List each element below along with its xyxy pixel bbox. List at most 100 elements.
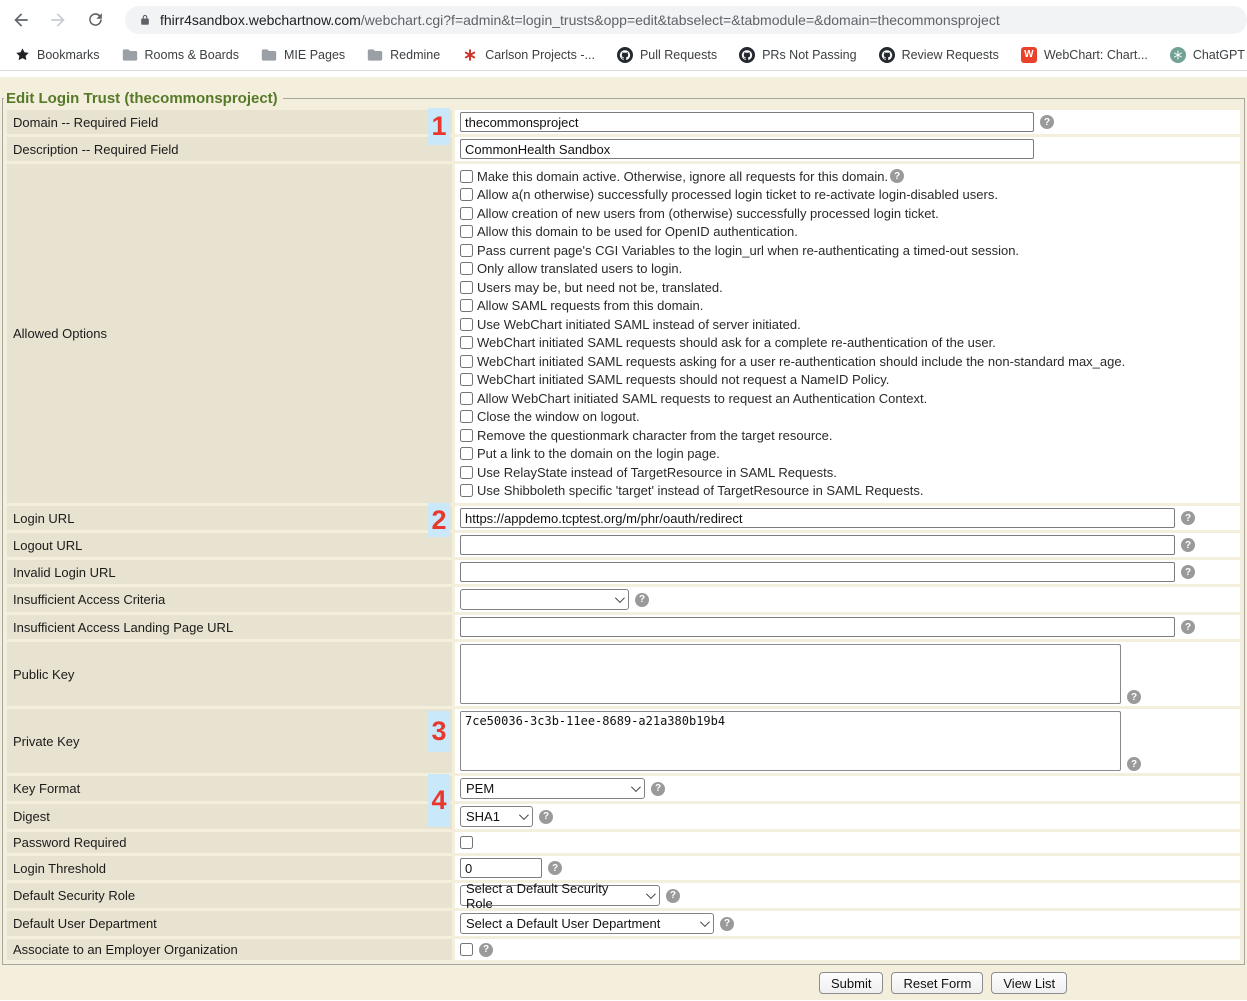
bookmark-chatgpt[interactable]: ChatGPT [1170,47,1245,63]
reactivate-login-disabled-checkbox[interactable] [460,188,473,201]
help-icon[interactable] [539,810,553,824]
view-list-button[interactable]: View List [991,972,1067,994]
help-icon[interactable] [1127,757,1141,771]
reload-button[interactable] [84,9,106,31]
bookmark-prs-not-passing[interactable]: PRs Not Passing [739,47,856,63]
logout-url-input[interactable] [460,535,1175,555]
github-icon [739,47,755,63]
help-icon[interactable] [1181,511,1195,525]
default-user-department-label: Default User Department [13,916,157,931]
help-icon[interactable] [1181,565,1195,579]
help-icon[interactable] [651,782,665,796]
browser-toolbar: fhirr4sandbox.webchartnow.com/webchart.c… [0,0,1247,39]
help-icon[interactable] [890,169,904,183]
allow-new-user-creation-checkbox[interactable] [460,207,473,220]
help-icon[interactable] [548,861,562,875]
allowed-option-row: Pass current page's CGI Variables to the… [460,241,1235,260]
default-security-role-select[interactable]: Select a Default Security Role [460,885,660,906]
help-icon[interactable] [1181,538,1195,552]
table-row-insufficient-access-landing: Insufficient Access Landing Page URL [7,615,1240,639]
annotation-3: 3 [428,711,450,752]
bookmark-webchart[interactable]: WebChart: Chart... [1021,47,1148,63]
url-path: /webchart.cgi?f=admin&t=login_trusts&opp… [361,12,1000,28]
password-required-checkbox[interactable] [460,836,473,849]
help-icon[interactable] [720,917,734,931]
shibboleth-target-checkbox[interactable] [460,484,473,497]
help-icon[interactable] [635,593,649,607]
only-translated-users-checkbox[interactable] [460,262,473,275]
max-age-checkbox[interactable] [460,355,473,368]
chevron-down-icon [615,593,625,603]
help-icon[interactable] [479,943,493,957]
back-button[interactable] [10,9,32,31]
insufficient-access-landing-input[interactable] [460,617,1175,637]
digest-select[interactable]: SHA1 [460,806,533,827]
private-key-label: Private Key [13,734,79,749]
forward-arrow-icon [48,10,68,30]
annotation-2: 2 [428,503,450,537]
reload-icon [86,10,105,29]
make-domain-active-checkbox[interactable] [460,170,473,183]
link-on-login-page-checkbox[interactable] [460,447,473,460]
domain-label: Domain -- Required Field [13,115,158,130]
allowed-option-row: WebChart initiated SAML requests should … [460,334,1235,353]
pass-cgi-variables-checkbox[interactable] [460,244,473,257]
authentication-context-checkbox[interactable] [460,392,473,405]
webchart-icon [1021,47,1037,63]
forward-button[interactable] [47,9,69,31]
key-format-select[interactable]: PEM [460,778,645,799]
complete-reauthentication-checkbox[interactable] [460,336,473,349]
invalid-login-url-input[interactable] [460,562,1175,582]
help-icon[interactable] [1127,690,1141,704]
bookmarks-bar: Bookmarks Rooms & Boards MIE Pages Redmi… [0,39,1247,71]
private-key-textarea[interactable]: 7ce50036-3c3b-11ee-8689-a21a380b19b4 [460,711,1121,771]
bookmark-rooms-boards[interactable]: Rooms & Boards [122,47,239,63]
insufficient-access-criteria-select[interactable] [460,589,629,610]
table-row-private-key: Private Key 3 7ce50036-3c3b-11ee-8689-a2… [7,709,1240,773]
employer-organization-checkbox[interactable] [460,943,473,956]
table-row-invalid-login-url: Invalid Login URL [7,560,1240,584]
table-row-key-format: Key Format 4 PEM [7,776,1240,801]
bookmark-mie-pages[interactable]: MIE Pages [261,47,345,63]
description-input[interactable] [460,139,1034,159]
close-window-logout-checkbox[interactable] [460,410,473,423]
folder-icon [367,47,383,63]
openid-authentication-checkbox[interactable] [460,225,473,238]
bookmark-carlson-projects[interactable]: Carlson Projects -... [462,47,595,63]
bookmark-pull-requests[interactable]: Pull Requests [617,47,717,63]
domain-input[interactable] [460,112,1034,132]
allowed-option-row: WebChart initiated SAML requests asking … [460,352,1235,371]
star-icon [14,47,30,63]
table-row-default-security-role: Default Security Role Select a Default S… [7,883,1240,908]
default-security-role-label: Default Security Role [13,888,135,903]
bookmark-redmine[interactable]: Redmine [367,47,440,63]
folder-icon [122,47,138,63]
help-icon[interactable] [1181,620,1195,634]
github-icon [617,47,633,63]
bookmark-review-requests[interactable]: Review Requests [879,47,999,63]
submit-button[interactable]: Submit [819,972,883,994]
address-bar[interactable]: fhirr4sandbox.webchartnow.com/webchart.c… [125,6,1247,34]
users-may-be-translated-checkbox[interactable] [460,281,473,294]
allow-saml-requests-checkbox[interactable] [460,299,473,312]
help-icon[interactable] [1040,115,1054,129]
edit-login-trust-fieldset: Edit Login Trust (thecommonsproject) Dom… [2,90,1245,965]
allowed-option-row: Use Shibboleth specific 'target' instead… [460,482,1235,501]
allowed-option-row: Allow creation of new users from (otherw… [460,204,1235,223]
help-icon[interactable] [666,889,680,903]
reset-form-button[interactable]: Reset Form [891,972,983,994]
use-relaystate-checkbox[interactable] [460,466,473,479]
default-user-department-select[interactable]: Select a Default User Department [460,913,714,934]
remove-questionmark-checkbox[interactable] [460,429,473,442]
no-nameid-policy-checkbox[interactable] [460,373,473,386]
public-key-textarea[interactable] [460,644,1121,704]
login-threshold-input[interactable] [460,858,542,878]
allowed-options-label: Allowed Options [13,326,107,341]
bookmark-bookmarks[interactable]: Bookmarks [14,47,100,63]
allowed-option-row: Allow this domain to be used for OpenID … [460,223,1235,242]
table-row-digest: Digest SHA1 [7,804,1240,829]
webchart-initiated-saml-checkbox[interactable] [460,318,473,331]
back-arrow-icon [11,10,31,30]
url-text: fhirr4sandbox.webchartnow.com/webchart.c… [160,12,1000,28]
login-url-input[interactable] [460,508,1175,528]
